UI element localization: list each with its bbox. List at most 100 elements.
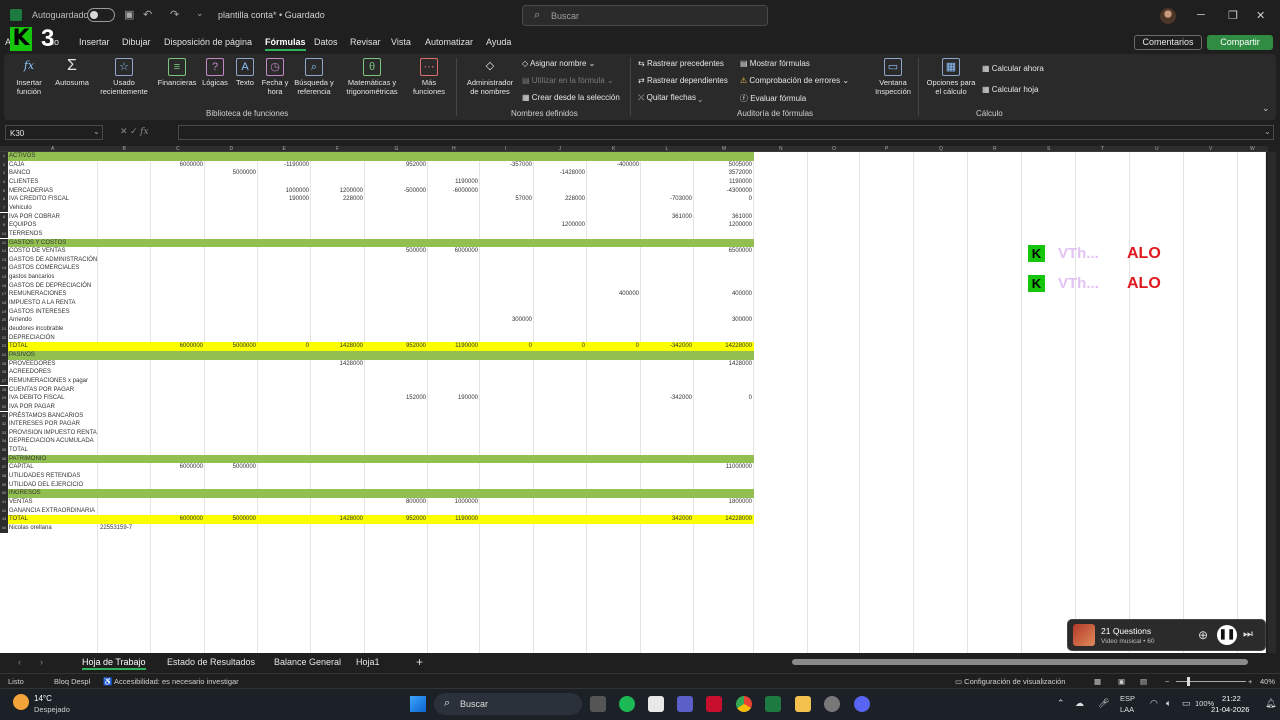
name-manager-button[interactable]: ◇ Administrador de nombres xyxy=(462,58,518,96)
cell-l[interactable]: 361000 xyxy=(641,213,692,222)
math-button[interactable]: θ Matemáticas y trigonométricas xyxy=(340,58,404,96)
row-number[interactable]: 25 xyxy=(0,359,8,369)
expand-formula-icon[interactable]: ⌄ xyxy=(1264,127,1271,136)
tab-revisar[interactable]: Revisar xyxy=(350,37,381,47)
row-number[interactable]: 9 xyxy=(0,221,8,230)
row-number[interactable]: 2 xyxy=(0,160,8,170)
comments-button[interactable]: Comentarios xyxy=(1134,35,1202,50)
page-layout-icon[interactable]: ▣ xyxy=(1118,677,1125,686)
account-label[interactable]: IVA CREDITO FISCAL xyxy=(9,195,69,204)
share-button[interactable]: Compartir xyxy=(1207,35,1273,50)
next-icon[interactable]: ⏭ xyxy=(1243,628,1253,641)
row-number[interactable]: 39 xyxy=(0,480,8,490)
account-label[interactable]: COSTO DE VENTAS xyxy=(9,247,65,256)
lookup-button[interactable]: ⌕ Búsqueda y referencia xyxy=(292,58,336,96)
calc-now-button[interactable]: ▦ Calcular ahora xyxy=(982,64,1044,73)
cell-h[interactable]: 1190000 xyxy=(428,342,478,351)
taskbar-search[interactable]: ⌕ Buscar xyxy=(434,693,582,715)
clock-date[interactable]: 21-04-2026 xyxy=(1211,705,1249,714)
cell-m[interactable]: 14228000 xyxy=(694,342,752,351)
document-title[interactable]: plantilla conta* • Guardado xyxy=(218,10,325,20)
account-label[interactable]: PROVISION IMPUESTO RENTA xyxy=(9,429,97,438)
account-label[interactable]: REMUNERACIONES xyxy=(9,290,66,299)
cell-i[interactable]: 57000 xyxy=(480,195,532,204)
account-label[interactable]: deudores incobrable xyxy=(9,325,63,334)
row-number[interactable]: 11 xyxy=(0,238,8,248)
cell-g[interactable]: -500000 xyxy=(365,187,426,196)
cell-f[interactable]: 1428000 xyxy=(311,515,363,524)
cell-k[interactable]: 400000 xyxy=(587,290,639,299)
cell-m[interactable]: 300000 xyxy=(694,316,752,325)
obs-icon[interactable] xyxy=(824,696,840,712)
cell-k[interactable]: -400000 xyxy=(587,161,639,170)
create-from-selection-button[interactable]: ▦ Crear desde la selección xyxy=(522,93,620,102)
row-number[interactable]: 30 xyxy=(0,402,8,412)
account-label[interactable]: VENTAS xyxy=(9,498,33,507)
row-number[interactable]: 13 xyxy=(0,255,8,265)
calc-options-button[interactable]: ▦ Opciones para el cálculo xyxy=(924,58,978,96)
cell-g[interactable]: 952000 xyxy=(365,342,426,351)
weather-icon[interactable] xyxy=(13,694,29,710)
text-button[interactable]: A Texto xyxy=(232,58,258,87)
row-number[interactable]: 7 xyxy=(0,203,8,213)
tray-chevron-icon[interactable]: ⌃ xyxy=(1057,698,1065,709)
redo-icon[interactable]: ↷ xyxy=(170,8,179,21)
cell-c[interactable]: 6000000 xyxy=(151,463,203,472)
cell-m[interactable]: 0 xyxy=(694,195,752,204)
error-checking-button[interactable]: ⚠ Comprobación de errores ⌄ xyxy=(740,76,849,85)
account-label[interactable]: IVA POR COBRAR xyxy=(9,213,60,222)
cell-i[interactable]: -357000 xyxy=(480,161,532,170)
cell-h[interactable]: 6000000 xyxy=(428,247,478,256)
remove-arrows-button[interactable]: ⤫ Quitar flechas ⌄ xyxy=(638,93,702,103)
spotify-icon[interactable] xyxy=(619,696,635,712)
tab-balance-general[interactable]: Balance General xyxy=(274,657,341,667)
cell-e[interactable]: 190000 xyxy=(258,195,309,204)
task-view-icon[interactable] xyxy=(590,696,606,712)
cell-f[interactable]: 228000 xyxy=(311,195,363,204)
collapse-ribbon-icon[interactable]: ⌄ xyxy=(1262,103,1270,114)
account-label[interactable]: DEPRECIACION ACUMULADA xyxy=(9,437,94,446)
cell-l[interactable]: -342000 xyxy=(641,394,692,403)
evaluate-formula-button[interactable]: ⓕ Evaluar fórmula xyxy=(740,93,806,104)
cell-m[interactable]: 361000 xyxy=(694,213,752,222)
notifications-icon[interactable]: 🔔︎ xyxy=(1265,698,1276,709)
account-label[interactable]: ACREEDORES xyxy=(9,368,51,377)
account-label[interactable]: TOTAL xyxy=(9,446,28,455)
restore-icon[interactable]: ❐ xyxy=(1228,9,1238,22)
row-number[interactable]: 44 xyxy=(0,523,8,533)
pause-icon[interactable]: ❚❚ xyxy=(1217,625,1237,645)
cell-m[interactable]: 1428000 xyxy=(694,360,752,369)
tab-automatizar[interactable]: Automatizar xyxy=(425,37,473,47)
calc-sheet-button[interactable]: ▦ Calcular hoja xyxy=(982,85,1038,94)
cell-j[interactable]: -1428000 xyxy=(534,169,585,178)
trace-precedents-button[interactable]: ⇆ Rastrear precedentes xyxy=(638,59,724,68)
cell-l[interactable]: -342000 xyxy=(641,342,692,351)
media-player-popup[interactable]: 21 Questions Video musical • 60 ⊕ ❚❚ ⏭ xyxy=(1067,619,1266,651)
next-sheet-icon[interactable]: › xyxy=(40,657,43,667)
cell-f[interactable]: 1200000 xyxy=(311,187,363,196)
account-label[interactable]: GASTOS DE DEPRECIACIÓN xyxy=(9,282,91,291)
cell-c[interactable]: 6000000 xyxy=(151,161,203,170)
row-number[interactable]: 27 xyxy=(0,376,8,386)
row-number[interactable]: 20 xyxy=(0,316,8,325)
account-label[interactable]: GANANCIA EXTRAORDINARIA xyxy=(9,507,95,516)
cell-e[interactable]: 0 xyxy=(258,342,309,351)
account-label[interactable]: Arriendo xyxy=(9,316,32,325)
row-number[interactable]: 6 xyxy=(0,195,8,204)
account-label[interactable]: PROVEEDORES xyxy=(9,360,55,369)
cell-g[interactable]: 952000 xyxy=(365,161,426,170)
customize-qat-icon[interactable]: ⌄ xyxy=(196,8,204,19)
row-number[interactable]: 10 xyxy=(0,229,8,239)
cell-i[interactable]: 300000 xyxy=(480,316,532,325)
normal-view-icon[interactable]: ▦ xyxy=(1094,677,1101,686)
row-number[interactable]: 33 xyxy=(0,428,8,438)
cell-g[interactable]: 152000 xyxy=(365,394,426,403)
cell-e[interactable]: -1190000 xyxy=(258,161,309,170)
view-settings[interactable]: ▭ Configuración de visualización xyxy=(955,677,1065,686)
row-number[interactable]: 18 xyxy=(0,299,8,308)
account-label[interactable]: DEPRECIACIÓN xyxy=(9,334,55,343)
account-label[interactable]: IVA POR PAGAR xyxy=(9,403,55,412)
keyboard-layout[interactable]: LAA xyxy=(1120,705,1134,714)
avatar[interactable] xyxy=(1160,8,1176,24)
cell-d[interactable]: 5000000 xyxy=(205,515,256,524)
